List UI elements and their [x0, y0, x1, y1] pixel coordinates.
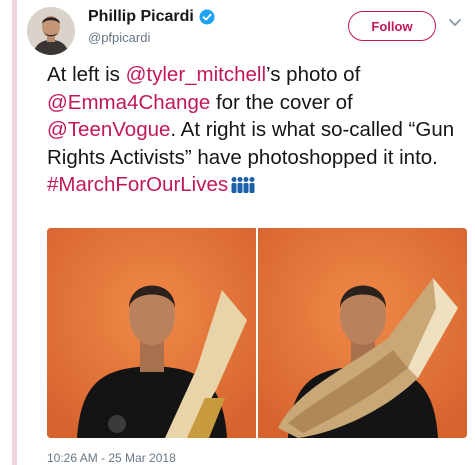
follow-button[interactable]: Follow [348, 11, 436, 41]
display-name[interactable]: Phillip Picardi [88, 8, 194, 26]
tweet-text-segment: ’s photo of [266, 63, 361, 86]
verified-badge-icon [199, 9, 215, 25]
photo-right[interactable] [258, 228, 467, 438]
chevron-down-icon[interactable] [448, 18, 462, 28]
mention-link[interactable]: @Emma4Change [47, 91, 210, 114]
tweet-text-segment: for the cover of [210, 90, 353, 114]
photo-left[interactable] [47, 228, 256, 438]
tweet-text-segment: At left is [47, 63, 126, 86]
avatar[interactable] [27, 7, 75, 55]
tweet-text: At left is @tyler_mitchell’s photo of @E… [47, 61, 467, 199]
user-handle[interactable]: @pfpicardi [88, 30, 150, 45]
tweet-timestamp[interactable]: 10:26 AM - 25 Mar 2018 [47, 451, 176, 465]
mention-link[interactable]: @TeenVogue [47, 118, 170, 141]
conversation-thread-line [12, 0, 17, 465]
group-of-people-emoji-icon [231, 177, 255, 193]
mention-link[interactable]: @tyler_mitchell [126, 63, 266, 86]
hashtag-link[interactable]: #MarchForOurLives [47, 173, 228, 196]
media-grid [47, 228, 467, 438]
